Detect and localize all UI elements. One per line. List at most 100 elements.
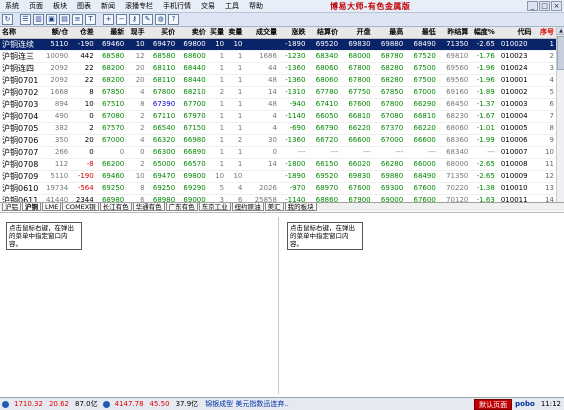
- column-header-volume[interactable]: 成交量: [244, 27, 279, 39]
- table-row[interactable]: 沪铜0701 2092 22 68200 20 68110 68440 1 1 48 -1360 68…: [0, 74, 556, 87]
- column-header-cur-vol[interactable]: 现手: [126, 27, 147, 39]
- news-ticker[interactable]: 锦银成型 美元指数迅连弃..: [201, 399, 289, 409]
- tab-0[interactable]: 沪铝: [2, 203, 21, 211]
- tab-8[interactable]: 纽约原油: [231, 203, 264, 211]
- table-row[interactable]: 沪铜连续 5110 -190 69460 10 69470 69800 10 10 -1890 69…: [0, 38, 556, 51]
- tab-4[interactable]: 长江有色: [99, 203, 132, 211]
- table-row[interactable]: 沪铜0703 894 10 67510 8 67390 67700 1 1 48 -940 67410…: [0, 98, 556, 111]
- cell-last: 67000: [95, 134, 127, 147]
- cell-name: 沪铜0706: [0, 134, 45, 147]
- cell-code: 010004: [496, 110, 534, 123]
- tab-1[interactable]: 沪铜: [22, 203, 41, 211]
- cell-change: -1360: [278, 134, 308, 147]
- zoom-in-icon[interactable]: +: [103, 14, 114, 25]
- cell-hold-chg: 22: [70, 74, 96, 87]
- default-page-button[interactable]: 默认页面: [474, 398, 513, 410]
- tab-2[interactable]: LME: [42, 203, 62, 211]
- table-row[interactable]: 沪铜0704 490 0 67080 2 67110 67970 1 1 4 -1140 66050 6…: [0, 110, 556, 123]
- menu-trade[interactable]: 交易: [196, 0, 220, 13]
- table-row[interactable]: 沪铜连四 2092 22 68200 20 68110 68440 1 1 44 -1360 6806…: [0, 62, 556, 75]
- cell-code: 010001: [496, 74, 534, 87]
- table-row[interactable]: 沪铜0706 350 20 67000 4 66320 66980 1 2 30 -1360 6672…: [0, 134, 556, 147]
- menu-chart[interactable]: 图表: [72, 0, 96, 13]
- column-header-name[interactable]: 名称: [0, 27, 45, 39]
- column-header-ask-vol[interactable]: 卖量: [226, 27, 245, 39]
- scroll-up-icon[interactable]: ▲: [557, 27, 564, 35]
- cell-settle: 67410: [307, 98, 341, 111]
- tab-5[interactable]: 华通有色: [132, 203, 165, 211]
- left-pane[interactable]: 点击鼠标右键，在弹出的菜单中指定窗口内容。: [2, 217, 279, 394]
- close-button[interactable]: ×: [551, 1, 562, 11]
- column-header-low[interactable]: 最低: [405, 27, 438, 39]
- column-header-vol-hold[interactable]: 额/仓: [44, 27, 71, 39]
- zoom-out-icon[interactable]: −: [116, 14, 127, 25]
- menu-news[interactable]: 新闻: [96, 0, 120, 13]
- menu-sector[interactable]: 板块: [48, 0, 72, 13]
- column-header-settle[interactable]: 结算价: [307, 27, 341, 39]
- table-row[interactable]: 沪铜0705 382 2 67570 2 66540 67150 1 1 4 -690 66790 66…: [0, 122, 556, 135]
- maximize-button[interactable]: □: [539, 1, 550, 11]
- key-icon[interactable]: ⚷: [129, 14, 140, 25]
- info-icon[interactable]: ?: [168, 14, 179, 25]
- column-header-bid[interactable]: 买价: [146, 27, 178, 39]
- cell-hold-chg: -564: [70, 182, 96, 195]
- menu-page[interactable]: 页面: [24, 0, 48, 13]
- cell-last: 0: [95, 146, 127, 159]
- cell-name: 沪铜0708: [0, 158, 45, 171]
- tab-3[interactable]: COMEX铜: [62, 203, 99, 211]
- cell-cur-vol: 8: [126, 98, 147, 111]
- tab-7[interactable]: 东京工业: [198, 203, 231, 211]
- column-header-ask[interactable]: 卖价: [177, 27, 208, 39]
- news-icon[interactable]: ≡: [72, 14, 83, 25]
- window-icon[interactable]: ▣: [46, 14, 57, 25]
- menu-help[interactable]: 帮助: [244, 0, 268, 13]
- table-row[interactable]: 沪铜连三 10090 442 68580 12 68580 68600 1 1 1686 -1230…: [0, 50, 556, 63]
- tools-icon[interactable]: ✎: [142, 14, 153, 25]
- table-row[interactable]: 沪铜0702 1668 8 67850 4 67800 68210 2 1 14 -1310 6778…: [0, 86, 556, 99]
- indicator-icon[interactable]: ▤: [59, 14, 70, 25]
- table-row[interactable]: 沪铜0708 112 -8 66200 2 65000 66570 1 1 14 -1800 6615…: [0, 158, 556, 171]
- text-icon[interactable]: T: [85, 14, 96, 25]
- cell-open: 67600: [340, 98, 373, 111]
- table-row[interactable]: 沪铜0707 266 0 0 0 66300 66890 1 1 0 --- --- --- --- ---…: [0, 146, 556, 159]
- tab-6[interactable]: 广东有色: [165, 203, 198, 211]
- column-header-bid-vol[interactable]: 买量: [207, 27, 227, 39]
- table-row[interactable]: 沪铜0611 41440 2344 68980 6 68980 69000 3 6 25858 -1…: [0, 194, 556, 202]
- quote-list-icon[interactable]: ☰: [20, 14, 31, 25]
- column-header-hold-chg[interactable]: 仓差: [70, 27, 96, 39]
- menu-scroll-column[interactable]: 滚播专栏: [120, 0, 158, 13]
- column-header-last[interactable]: 最新: [95, 27, 127, 39]
- column-header-seq[interactable]: 序号: [533, 27, 556, 39]
- column-header-high[interactable]: 最高: [372, 27, 406, 39]
- cell-pre-settle: 68230: [437, 110, 471, 123]
- cell-last: 69460: [95, 38, 127, 51]
- menu-system[interactable]: 系统: [0, 0, 24, 13]
- cell-ask-vol: 1: [226, 62, 245, 75]
- menu-tools[interactable]: 工具: [220, 0, 244, 13]
- cell-code: 010023: [496, 50, 534, 63]
- minimize-button[interactable]: _: [527, 1, 538, 11]
- menu-mobile-quotes[interactable]: 手机行情: [158, 0, 196, 13]
- tab-10[interactable]: 我的板块: [284, 203, 317, 211]
- right-pane[interactable]: 点击鼠标右键，在弹出的菜单中指定窗口内容。: [283, 217, 562, 394]
- cell-ask-vol: 6: [226, 194, 245, 202]
- scrollbar-thumb[interactable]: [557, 36, 564, 70]
- column-header-pre-settle[interactable]: 昨结算: [437, 27, 471, 39]
- cell-change: -1360: [278, 62, 308, 75]
- table-row[interactable]: 沪铜0709 5110 -190 69460 10 69470 69800 10 10 -1890…: [0, 170, 556, 183]
- cell-code: 010008: [496, 158, 534, 171]
- column-header-code[interactable]: 代码: [496, 27, 534, 39]
- globe-icon[interactable]: ◍: [155, 14, 166, 25]
- column-header-pct[interactable]: 幅度%: [470, 27, 497, 39]
- column-header-change[interactable]: 涨跌: [278, 27, 308, 39]
- table-row[interactable]: 沪铜0610 19734 -564 69250 8 69250 69290 5 4 2026 -97…: [0, 182, 556, 195]
- cell-bid-vol: 1: [207, 134, 227, 147]
- chart-icon[interactable]: ▥: [33, 14, 44, 25]
- cell-volume: 4: [244, 110, 279, 123]
- refresh-icon[interactable]: ↻: [2, 14, 13, 25]
- vertical-scrollbar[interactable]: ▲: [556, 27, 564, 202]
- cell-vol-hold: 19734: [44, 182, 71, 195]
- column-header-open[interactable]: 开盘: [340, 27, 373, 39]
- tab-9[interactable]: 美汇: [264, 203, 284, 211]
- cell-bid: 69470: [146, 170, 178, 183]
